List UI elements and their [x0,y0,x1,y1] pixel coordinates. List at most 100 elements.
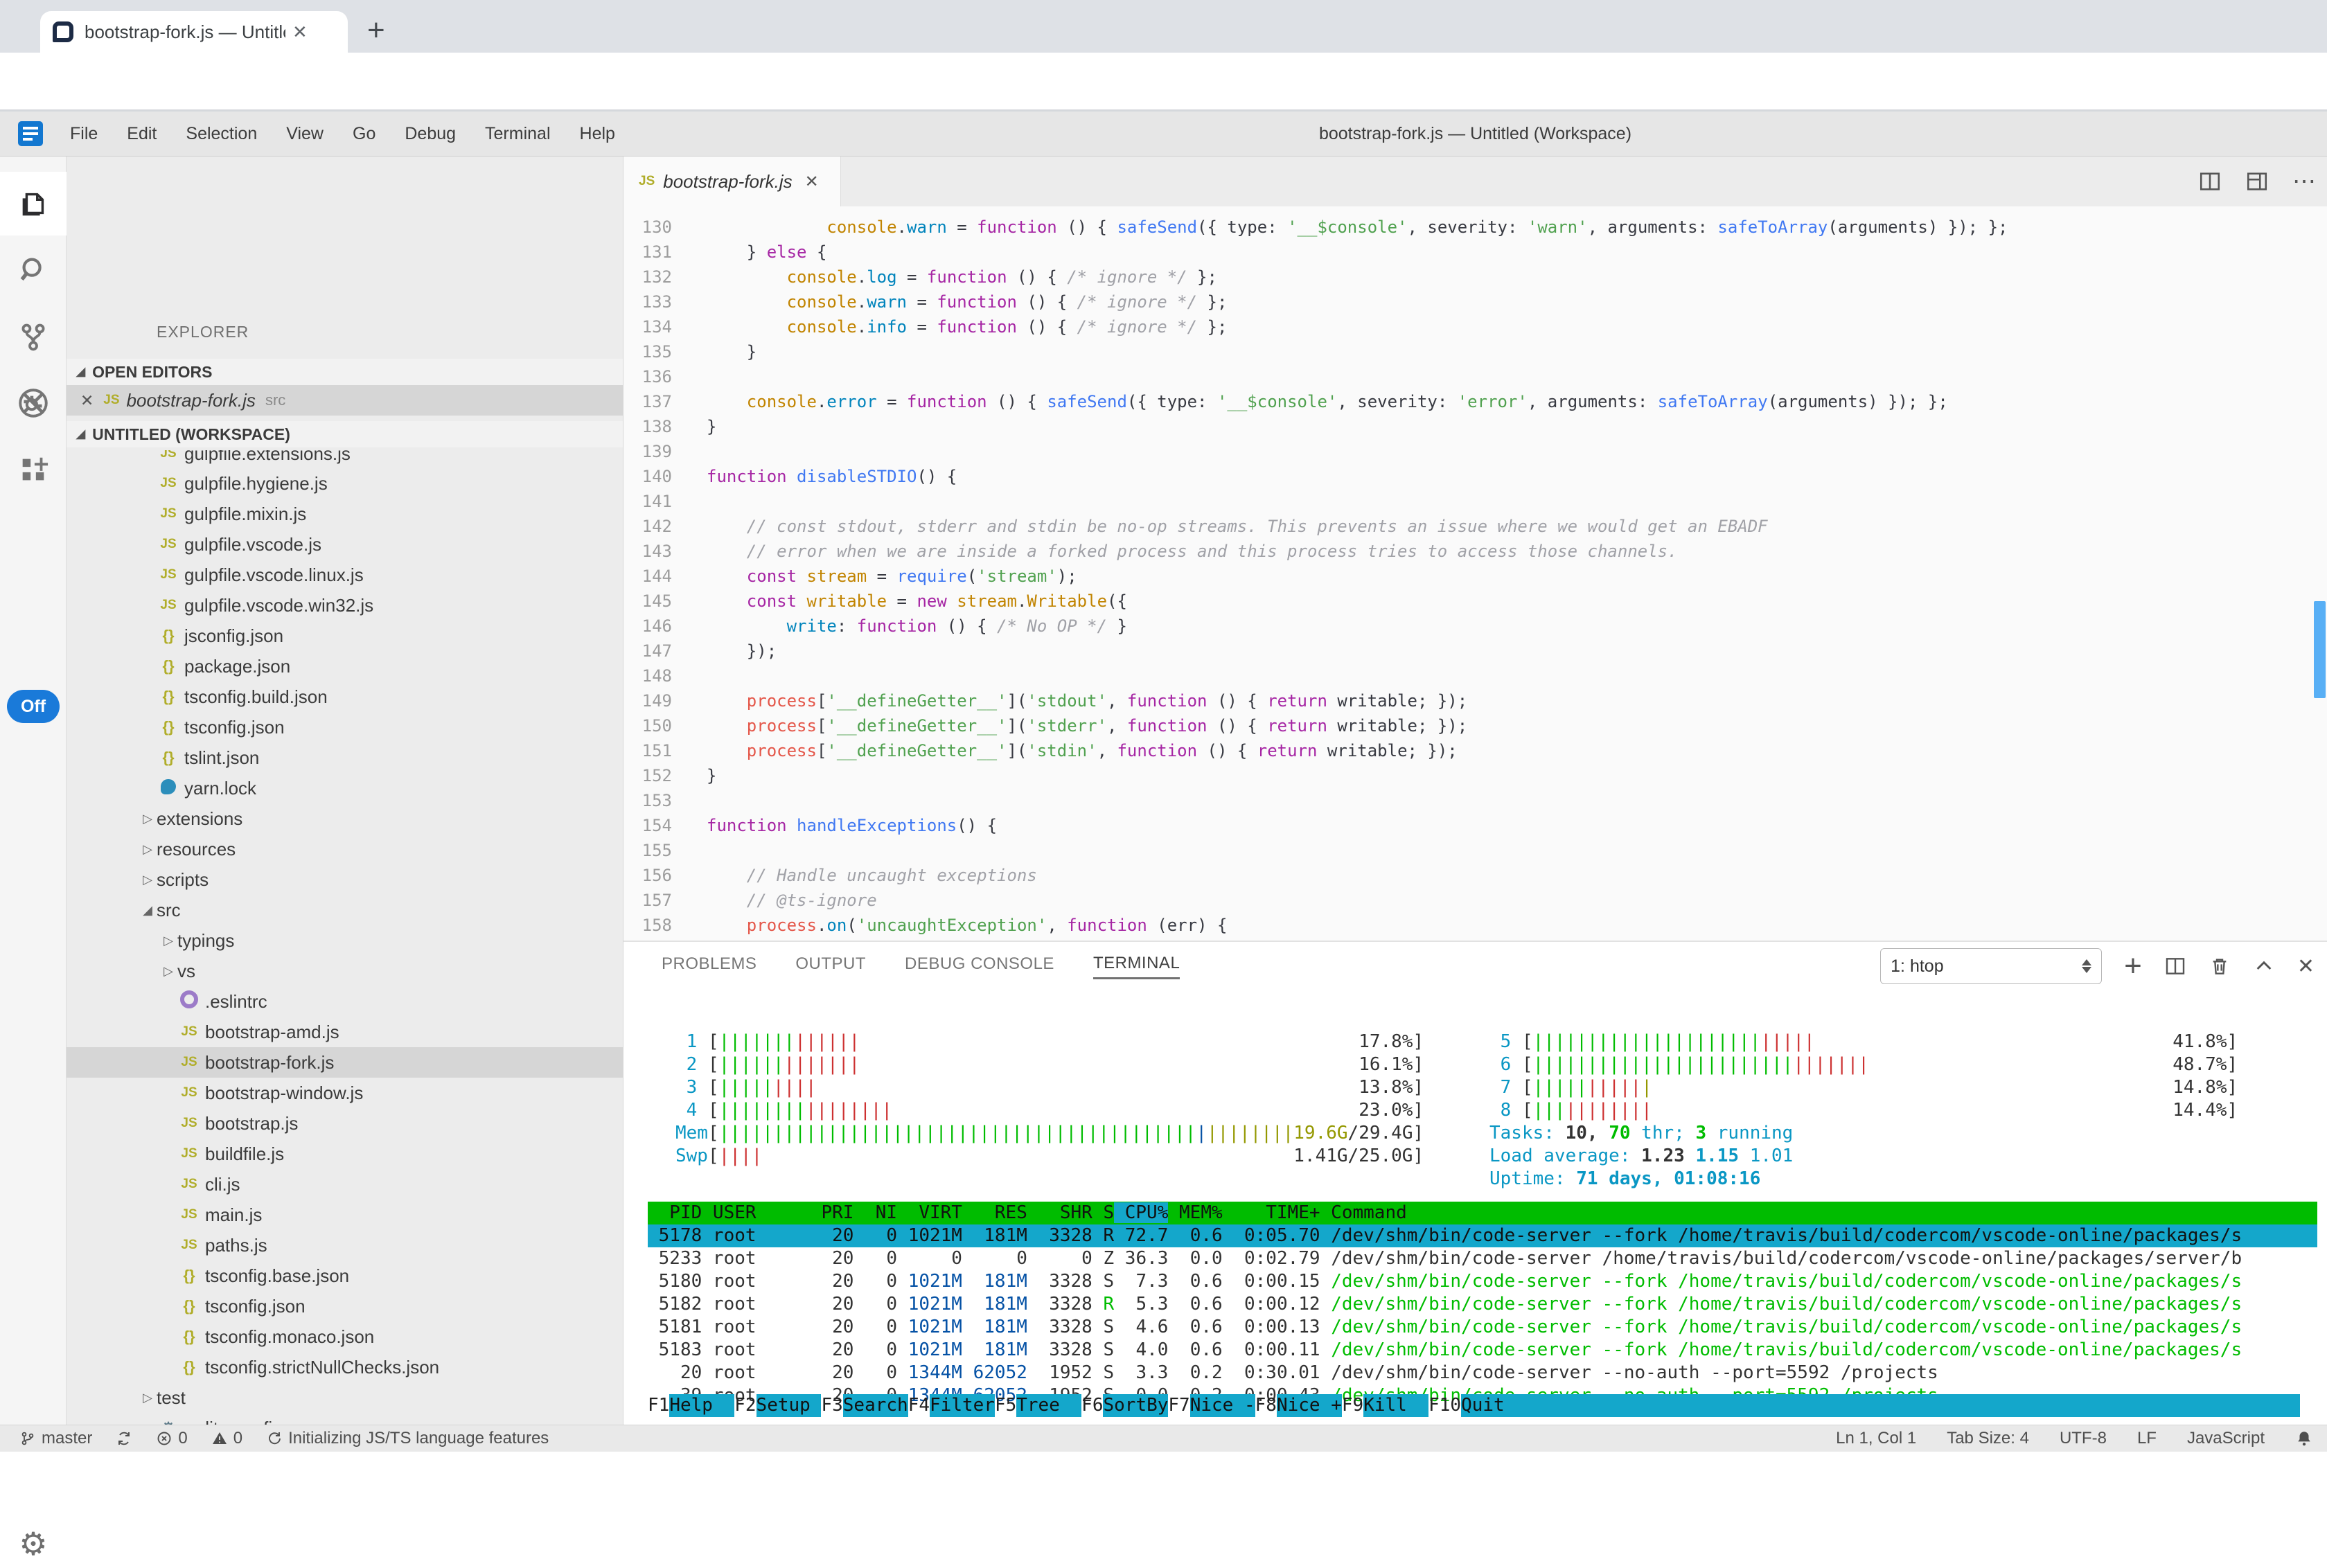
tree-item-bootstrap-window.js[interactable]: JSbootstrap-window.js [67,1078,623,1108]
maximize-panel-icon[interactable] [2253,955,2275,977]
sync-icon[interactable] [116,1429,132,1448]
editor-layout-icon[interactable] [2245,170,2269,193]
status-lf[interactable]: LF [2137,1429,2157,1448]
tree-item-gulpfile.vscode.win32.js[interactable]: JSgulpfile.vscode.win32.js [67,590,623,621]
editor-tab-active[interactable]: JS bootstrap-fork.js ✕ [623,157,841,206]
panel-tab-output[interactable]: OUTPUT [795,954,866,978]
chevron-closed-icon[interactable]: ▷ [159,934,177,948]
search-icon[interactable] [0,238,67,302]
tree-item-scripts[interactable]: ▷scripts [67,864,623,895]
process-row-5183[interactable]: 5183 root 20 0 1021M 181M 3328 S 4.0 0.6… [648,1339,2317,1362]
tree-item-gulpfile.vscode.linux.js[interactable]: JSgulpfile.vscode.linux.js [67,560,623,590]
status-ln-1-col-1[interactable]: Ln 1, Col 1 [1836,1429,1916,1448]
menu-help[interactable]: Help [565,124,630,144]
git-branch-item[interactable]: master [19,1429,92,1448]
kill-terminal-icon[interactable] [2209,955,2231,977]
close-icon[interactable]: ✕ [805,172,819,192]
open-editors-header[interactable]: ◢ OPEN EDITORS [67,359,623,385]
tree-item-tsconfig.base.json[interactable]: {}tsconfig.base.json [67,1260,623,1291]
tree-item-main.js[interactable]: JSmain.js [67,1200,623,1230]
status-utf-8[interactable]: UTF-8 [2060,1429,2107,1448]
chevron-closed-icon[interactable]: ▷ [139,842,157,857]
menu-go[interactable]: Go [338,124,390,144]
tree-item-gulpfile.hygiene.js[interactable]: JSgulpfile.hygiene.js [67,468,623,499]
status-javascript[interactable]: JavaScript [2187,1429,2265,1448]
explorer-icon[interactable] [0,172,67,235]
tree-item-jsconfig.json[interactable]: {}jsconfig.json [67,621,623,651]
editor-scrollbar[interactable] [2314,601,2326,698]
workspace-header[interactable]: ◢ UNTITLED (WORKSPACE) [67,421,623,447]
browser-tab[interactable]: bootstrap-fork.js — Untitled (W ✕ [40,11,348,53]
tree-item-.editorconfig[interactable]: ⚙.editorconfig [67,1413,623,1425]
tree-item-tsconfig.json[interactable]: {}tsconfig.json [67,712,623,742]
chevron-closed-icon[interactable]: ▷ [139,873,157,887]
new-tab-button[interactable]: + [367,15,385,46]
tree-item-cli.js[interactable]: JScli.js [67,1169,623,1200]
panel-tab-problems[interactable]: PROBLEMS [662,954,757,978]
process-row-5181[interactable]: 5181 root 20 0 1021M 181M 3328 S 4.6 0.6… [648,1316,2317,1339]
close-icon[interactable]: ✕ [80,391,94,410]
process-row-5182[interactable]: 5182 root 20 0 1021M 181M 3328 R 5.3 0.6… [648,1293,2317,1316]
process-row-5233[interactable]: 5233 root 20 0 0 0 0 Z 36.3 0.0 0:02.79 … [648,1247,2317,1270]
errors-item[interactable]: 0 [156,1429,187,1448]
settings-gear-icon[interactable]: ⚙ [0,1520,67,1568]
status-tab-size-4[interactable]: Tab Size: 4 [1947,1429,2029,1448]
split-terminal-icon[interactable] [2164,955,2186,977]
tree-item-bootstrap-fork.js[interactable]: JSbootstrap-fork.js [67,1047,623,1078]
tree-item-buildfile.js[interactable]: JSbuildfile.js [67,1139,623,1169]
source-control-icon[interactable] [0,305,67,368]
menu-edit[interactable]: Edit [112,124,171,144]
tree-item-tsconfig.strictNullChecks.json[interactable]: {}tsconfig.strictNullChecks.json [67,1352,623,1382]
tree-item-gulpfile.extensions.js[interactable]: JSgulpfile.extensions.js [67,450,623,468]
terminal-select[interactable]: 1: htop [1880,948,2102,984]
terminal[interactable]: 1 [||||||||||||| 17.8%] 2 [|||||||||||||… [623,990,2327,1425]
warnings-item[interactable]: 0 [211,1429,242,1448]
panel-tab-terminal[interactable]: TERMINAL [1093,954,1180,979]
new-terminal-icon[interactable]: + [2124,952,2142,980]
panel-tabs: PROBLEMS OUTPUT DEBUG CONSOLE TERMINAL [662,942,1180,990]
tree-item-typings[interactable]: ▷typings [67,925,623,956]
tree-item-yarn.lock[interactable]: yarn.lock [67,773,623,803]
tree-item-gulpfile.mixin.js[interactable]: JSgulpfile.mixin.js [67,499,623,529]
menu-selection[interactable]: Selection [171,124,272,144]
process-row-5180[interactable]: 5180 root 20 0 1021M 181M 3328 S 7.3 0.6… [648,1270,2317,1293]
tree-item-tslint.json[interactable]: {}tslint.json [67,742,623,773]
tree-item-gulpfile.vscode.js[interactable]: JSgulpfile.vscode.js [67,529,623,560]
extensions-icon[interactable] [0,438,67,501]
menu-debug[interactable]: Debug [390,124,470,144]
tab-close-icon[interactable]: ✕ [292,21,308,43]
tree-item-tsconfig.build.json[interactable]: {}tsconfig.build.json [67,681,623,712]
chevron-closed-icon[interactable]: ▷ [159,964,177,979]
chevron-closed-icon[interactable]: ▷ [139,1391,157,1405]
tree-item-test[interactable]: ▷test [67,1382,623,1413]
tree-item-vs[interactable]: ▷vs [67,956,623,986]
tree-item-tsconfig.json[interactable]: {}tsconfig.json [67,1291,623,1321]
sidebar-title: EXPLORER [157,323,249,341]
more-actions-icon[interactable]: ⋯ [2292,168,2316,195]
code-editor[interactable]: 1301311321331341351361371381391401411421… [623,206,2327,941]
tree-item-tsconfig.monaco.json[interactable]: {}tsconfig.monaco.json [67,1321,623,1352]
debug-off-icon[interactable] [0,371,67,435]
bell-icon[interactable] [2295,1429,2313,1448]
tree-item-package.json[interactable]: {}package.json [67,651,623,681]
process-row-5178[interactable]: 5178 root 20 0 1021M 181M 3328 R 72.7 0.… [648,1224,2317,1247]
menu-view[interactable]: View [272,124,338,144]
open-editor-item[interactable]: ✕ JS bootstrap-fork.js src [67,385,623,416]
tree-item-src[interactable]: ◢src [67,895,623,925]
tree-item-bootstrap.js[interactable]: JSbootstrap.js [67,1108,623,1139]
tree-item-resources[interactable]: ▷resources [67,834,623,864]
tree-item-extensions[interactable]: ▷extensions [67,803,623,834]
panel-tab-debug-console[interactable]: DEBUG CONSOLE [905,954,1054,978]
close-panel-icon[interactable]: ✕ [2297,954,2315,979]
tree-item-.eslintrc[interactable]: .eslintrc [67,986,623,1017]
editor-tab-bar: JS bootstrap-fork.js ✕ ⋯ [623,157,2327,206]
split-editor-icon[interactable] [2198,170,2222,193]
status-badge[interactable]: Off [7,690,60,723]
chevron-open-icon[interactable]: ◢ [139,903,157,918]
process-row-20[interactable]: 20 root 20 0 1344M 62052 1952 S 3.3 0.2 … [648,1362,2317,1384]
menu-file[interactable]: File [55,124,112,144]
menu-terminal[interactable]: Terminal [470,124,565,144]
chevron-closed-icon[interactable]: ▷ [139,812,157,826]
tree-item-bootstrap-amd.js[interactable]: JSbootstrap-amd.js [67,1017,623,1047]
tree-item-paths.js[interactable]: JSpaths.js [67,1230,623,1260]
